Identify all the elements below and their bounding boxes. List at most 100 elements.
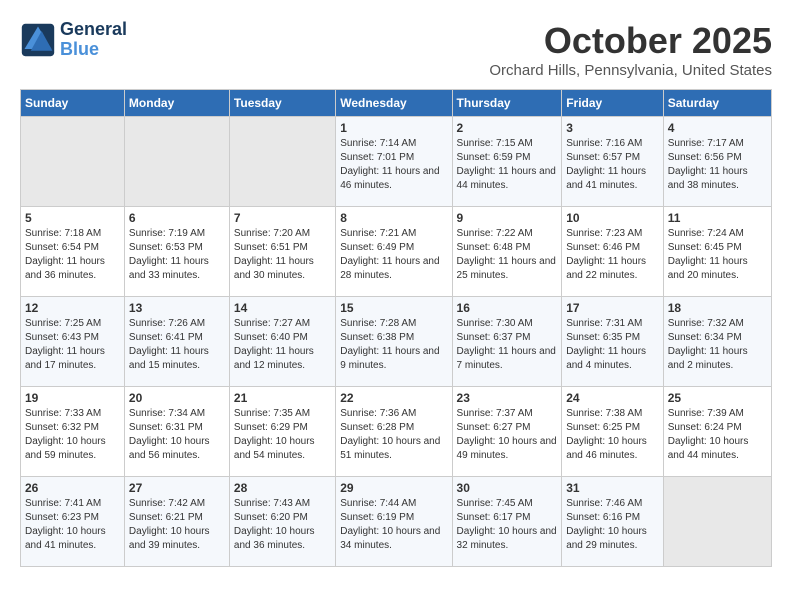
day-info: Sunrise: 7:14 AM Sunset: 7:01 PM Dayligh… bbox=[340, 137, 447, 193]
day-number: 8 bbox=[340, 211, 447, 225]
day-info: Sunrise: 7:27 AM Sunset: 6:40 PM Dayligh… bbox=[234, 317, 331, 373]
day-number: 27 bbox=[129, 481, 225, 495]
day-info: Sunrise: 7:31 AM Sunset: 6:35 PM Dayligh… bbox=[566, 317, 659, 373]
calendar-cell: 4Sunrise: 7:17 AM Sunset: 6:56 PM Daylig… bbox=[663, 117, 771, 207]
day-info: Sunrise: 7:39 AM Sunset: 6:24 PM Dayligh… bbox=[668, 407, 767, 463]
day-info: Sunrise: 7:34 AM Sunset: 6:31 PM Dayligh… bbox=[129, 407, 225, 463]
day-number: 20 bbox=[129, 391, 225, 405]
weekday-header: Friday bbox=[562, 90, 664, 117]
calendar-cell: 9 Sunrise: 7:22 AM Sunset: 6:48 PM Daylig… bbox=[452, 207, 562, 297]
calendar-cell: 30Sunrise: 7:45 AM Sunset: 6:17 PM Dayli… bbox=[452, 477, 562, 567]
calendar-cell: 10 Sunrise: 7:23 AM Sunset: 6:46 PM Dayli… bbox=[562, 207, 664, 297]
day-info: Sunrise: 7:33 AM Sunset: 6:32 PM Dayligh… bbox=[25, 407, 120, 463]
calendar-cell bbox=[124, 117, 229, 207]
location-subtitle: Orchard Hills, Pennsylvania, United Stat… bbox=[489, 62, 772, 79]
logo: General Blue bbox=[20, 20, 127, 60]
calendar-cell: 15Sunrise: 7:28 AM Sunset: 6:38 PM Dayli… bbox=[336, 297, 452, 387]
calendar-cell: 8 Sunrise: 7:21 AM Sunset: 6:49 PM Daylig… bbox=[336, 207, 452, 297]
day-number: 3 bbox=[566, 121, 659, 135]
calendar-cell: 3 Sunrise: 7:16 AM Sunset: 6:57 PM Daylig… bbox=[562, 117, 664, 207]
calendar-cell: 28 Sunrise: 7:43 AM Sunset: 6:20 PM Dayli… bbox=[229, 477, 335, 567]
day-number: 6 bbox=[129, 211, 225, 225]
calendar-header: SundayMondayTuesdayWednesdayThursdayFrid… bbox=[21, 90, 772, 117]
calendar-cell: 6Sunrise: 7:19 AM Sunset: 6:53 PM Daylig… bbox=[124, 207, 229, 297]
calendar-cell: 31 Sunrise: 7:46 AM Sunset: 6:16 PM Dayli… bbox=[562, 477, 664, 567]
day-number: 28 bbox=[234, 481, 331, 495]
weekday-header: Monday bbox=[124, 90, 229, 117]
day-number: 10 bbox=[566, 211, 659, 225]
day-number: 25 bbox=[668, 391, 767, 405]
day-number: 18 bbox=[668, 301, 767, 315]
calendar-cell bbox=[663, 477, 771, 567]
weekday-header: Sunday bbox=[21, 90, 125, 117]
day-info: Sunrise: 7:23 AM Sunset: 6:46 PM Dayligh… bbox=[566, 227, 659, 283]
day-number: 9 bbox=[457, 211, 558, 225]
weekday-header: Saturday bbox=[663, 90, 771, 117]
day-info: Sunrise: 7:21 AM Sunset: 6:49 PM Dayligh… bbox=[340, 227, 447, 283]
day-number: 22 bbox=[340, 391, 447, 405]
day-number: 21 bbox=[234, 391, 331, 405]
calendar-table: SundayMondayTuesdayWednesdayThursdayFrid… bbox=[20, 89, 772, 567]
logo-icon bbox=[20, 22, 56, 58]
day-info: Sunrise: 7:35 AM Sunset: 6:29 PM Dayligh… bbox=[234, 407, 331, 463]
day-number: 1 bbox=[340, 121, 447, 135]
calendar-cell: 23Sunrise: 7:37 AM Sunset: 6:27 PM Dayli… bbox=[452, 387, 562, 477]
calendar-cell: 1 Sunrise: 7:14 AM Sunset: 7:01 PM Daylig… bbox=[336, 117, 452, 207]
calendar-cell: 19 Sunrise: 7:33 AM Sunset: 6:32 PM Dayli… bbox=[21, 387, 125, 477]
day-number: 7 bbox=[234, 211, 331, 225]
calendar-cell: 25 Sunrise: 7:39 AM Sunset: 6:24 PM Dayli… bbox=[663, 387, 771, 477]
weekday-header: Tuesday bbox=[229, 90, 335, 117]
day-number: 16 bbox=[457, 301, 558, 315]
day-info: Sunrise: 7:15 AM Sunset: 6:59 PM Dayligh… bbox=[457, 137, 558, 193]
day-info: Sunrise: 7:22 AM Sunset: 6:48 PM Dayligh… bbox=[457, 227, 558, 283]
calendar-cell: 14 Sunrise: 7:27 AM Sunset: 6:40 PM Dayli… bbox=[229, 297, 335, 387]
day-number: 29 bbox=[340, 481, 447, 495]
day-number: 31 bbox=[566, 481, 659, 495]
day-info: Sunrise: 7:36 AM Sunset: 6:28 PM Dayligh… bbox=[340, 407, 447, 463]
day-info: Sunrise: 7:38 AM Sunset: 6:25 PM Dayligh… bbox=[566, 407, 659, 463]
logo-line2: Blue bbox=[60, 40, 127, 60]
calendar-cell: 29 Sunrise: 7:44 AM Sunset: 6:19 PM Dayli… bbox=[336, 477, 452, 567]
logo-line1: General bbox=[60, 20, 127, 40]
day-info: Sunrise: 7:41 AM Sunset: 6:23 PM Dayligh… bbox=[25, 497, 120, 553]
day-info: Sunrise: 7:46 AM Sunset: 6:16 PM Dayligh… bbox=[566, 497, 659, 553]
day-number: 30 bbox=[457, 481, 558, 495]
calendar-cell: 7Sunrise: 7:20 AM Sunset: 6:51 PM Daylig… bbox=[229, 207, 335, 297]
calendar-cell: 24 Sunrise: 7:38 AM Sunset: 6:25 PM Dayli… bbox=[562, 387, 664, 477]
calendar-cell: 21 Sunrise: 7:35 AM Sunset: 6:29 PM Dayli… bbox=[229, 387, 335, 477]
title-block: October 2025 Orchard Hills, Pennsylvania… bbox=[489, 20, 772, 79]
day-number: 17 bbox=[566, 301, 659, 315]
calendar-cell: 11 Sunrise: 7:24 AM Sunset: 6:45 PM Dayli… bbox=[663, 207, 771, 297]
calendar-body: 1 Sunrise: 7:14 AM Sunset: 7:01 PM Daylig… bbox=[21, 117, 772, 567]
calendar-cell: 27 Sunrise: 7:42 AM Sunset: 6:21 PM Dayli… bbox=[124, 477, 229, 567]
day-number: 2 bbox=[457, 121, 558, 135]
calendar-cell: 22 Sunrise: 7:36 AM Sunset: 6:28 PM Dayli… bbox=[336, 387, 452, 477]
day-number: 26 bbox=[25, 481, 120, 495]
day-number: 14 bbox=[234, 301, 331, 315]
day-number: 5 bbox=[25, 211, 120, 225]
day-number: 4 bbox=[668, 121, 767, 135]
calendar-cell: 2 Sunrise: 7:15 AM Sunset: 6:59 PM Daylig… bbox=[452, 117, 562, 207]
day-info: Sunrise: 7:30 AM Sunset: 6:37 PM Dayligh… bbox=[457, 317, 558, 373]
calendar-cell: 13Sunrise: 7:26 AM Sunset: 6:41 PM Dayli… bbox=[124, 297, 229, 387]
day-info: Sunrise: 7:24 AM Sunset: 6:45 PM Dayligh… bbox=[668, 227, 767, 283]
day-info: Sunrise: 7:28 AM Sunset: 6:38 PM Dayligh… bbox=[340, 317, 447, 373]
calendar-cell: 20 Sunrise: 7:34 AM Sunset: 6:31 PM Dayli… bbox=[124, 387, 229, 477]
day-number: 24 bbox=[566, 391, 659, 405]
day-info: Sunrise: 7:25 AM Sunset: 6:43 PM Dayligh… bbox=[25, 317, 120, 373]
weekday-header: Wednesday bbox=[336, 90, 452, 117]
day-info: Sunrise: 7:44 AM Sunset: 6:19 PM Dayligh… bbox=[340, 497, 447, 553]
weekday-header: Thursday bbox=[452, 90, 562, 117]
page-header: General Blue October 2025 Orchard Hills,… bbox=[20, 20, 772, 79]
calendar-cell: 17 Sunrise: 7:31 AM Sunset: 6:35 PM Dayli… bbox=[562, 297, 664, 387]
day-info: Sunrise: 7:43 AM Sunset: 6:20 PM Dayligh… bbox=[234, 497, 331, 553]
calendar-cell bbox=[21, 117, 125, 207]
day-number: 13 bbox=[129, 301, 225, 315]
calendar-cell: 16 Sunrise: 7:30 AM Sunset: 6:37 PM Dayli… bbox=[452, 297, 562, 387]
calendar-cell: 26 Sunrise: 7:41 AM Sunset: 6:23 PM Dayli… bbox=[21, 477, 125, 567]
day-info: Sunrise: 7:42 AM Sunset: 6:21 PM Dayligh… bbox=[129, 497, 225, 553]
calendar-cell: 18Sunrise: 7:32 AM Sunset: 6:34 PM Dayli… bbox=[663, 297, 771, 387]
day-number: 19 bbox=[25, 391, 120, 405]
day-info: Sunrise: 7:16 AM Sunset: 6:57 PM Dayligh… bbox=[566, 137, 659, 193]
day-number: 11 bbox=[668, 211, 767, 225]
